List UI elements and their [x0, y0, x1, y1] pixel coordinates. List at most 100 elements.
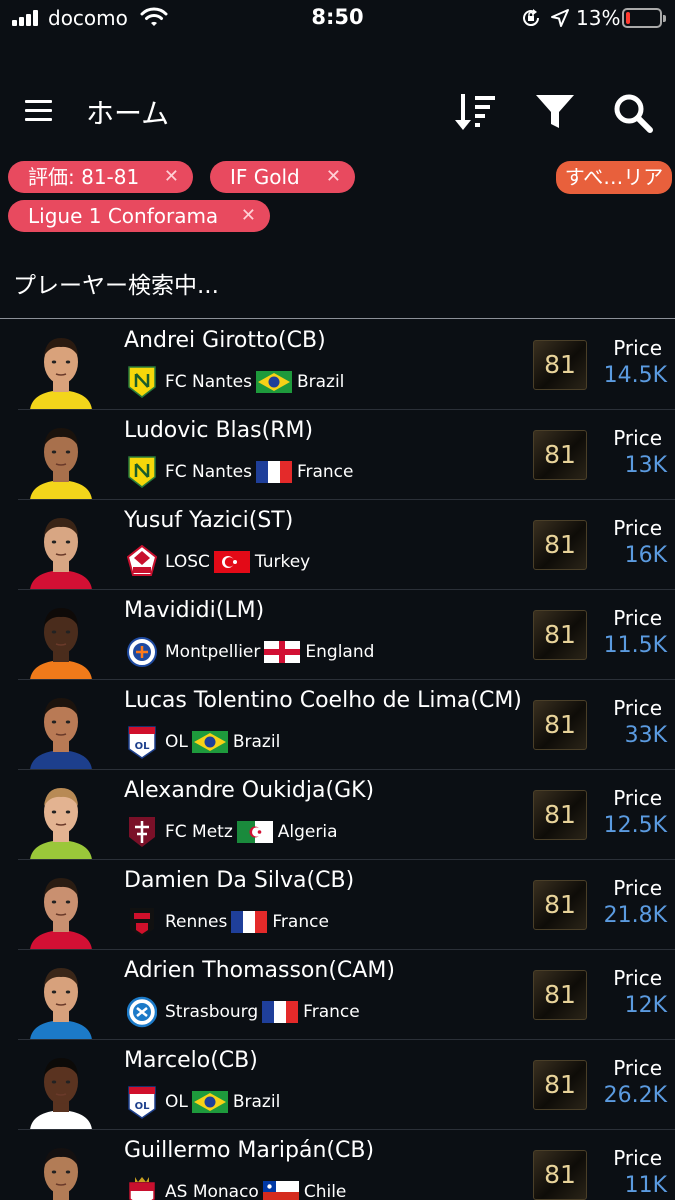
filter-chip-label: 評価: 81-81 [28, 165, 140, 189]
price-value: 26.2K [603, 1083, 667, 1108]
price-label: Price [613, 1056, 662, 1080]
player-name: Adrien Thomasson(CAM) [124, 958, 395, 983]
price-label: Price [613, 966, 662, 990]
nantes-crest-icon [127, 455, 157, 489]
country-name: France [296, 462, 354, 482]
ol-crest-icon: OL [127, 1085, 157, 1119]
player-meta: Montpellier England [127, 634, 374, 670]
price-value: 11K [624, 1173, 667, 1198]
battery-icon [622, 8, 666, 28]
filter-chip-label: Ligue 1 Conforama [28, 204, 219, 228]
player-avatar [24, 596, 98, 680]
country-name: England [305, 642, 375, 662]
player-row[interactable]: Alexandre Oukidja(GK) FC Metz Algeria 81 Pri… [0, 770, 675, 860]
rating-badge: 81 [533, 700, 587, 750]
player-meta: AS Monaco Chile [127, 1174, 346, 1200]
strasbourg-crest-icon [126, 995, 158, 1029]
price-label: Price [613, 516, 662, 540]
rating-badge: 81 [533, 340, 587, 390]
filter-chip-card-type[interactable]: IF Gold ✕ [210, 161, 355, 193]
country-name: Brazil [296, 372, 345, 392]
player-meta: Strasbourg France [126, 994, 360, 1030]
country-name: France [303, 1002, 360, 1022]
player-row[interactable]: Marcelo(CB) OL OL Brazil 81 Price 26.2K [0, 1040, 675, 1130]
montpellier-crest-icon [127, 635, 157, 669]
player-row[interactable]: Lucas Tolentino Coelho de Lima(CM) OL OL Br… [0, 680, 675, 770]
player-meta: LOSC Turkey [126, 544, 311, 580]
close-icon[interactable]: ✕ [164, 161, 179, 193]
filter-icon[interactable] [534, 92, 576, 132]
player-name: Mavididi(LM) [124, 598, 265, 623]
search-icon[interactable] [612, 92, 654, 134]
club-name: Montpellier [165, 642, 261, 662]
battery-percent: 13% [576, 6, 621, 30]
country-name: France [272, 912, 329, 932]
nantes-crest-icon [127, 365, 157, 399]
player-name: Guillermo Maripán(CB) [124, 1138, 375, 1163]
price-label: Price [613, 426, 662, 450]
club-name: Strasbourg [165, 1002, 259, 1022]
player-row[interactable]: Guillermo Maripán(CB) AS Monaco Chile 81 Pri… [0, 1130, 675, 1200]
player-row[interactable]: Yusuf Yazici(ST) LOSC Turkey 81 Price 16K [0, 500, 675, 590]
rating-badge: 81 [533, 430, 587, 480]
country-name: Algeria [277, 822, 338, 842]
price-value: 12.5K [603, 813, 667, 838]
player-row[interactable]: Damien Da Silva(CB) Rennes France 81 Price 21… [0, 860, 675, 950]
search-status: プレーヤー検索中... [13, 273, 219, 299]
rating-badge: 81 [533, 610, 587, 660]
player-row[interactable]: Ludovic Blas(RM) FC Nantes France 81 Price 13… [0, 410, 675, 500]
club-name: FC Nantes [165, 462, 252, 482]
filter-all-button[interactable]: すべ…リア [556, 161, 672, 194]
country-name: Turkey [254, 552, 311, 572]
player-name: Ludovic Blas(RM) [124, 418, 314, 443]
player-name: Damien Da Silva(CB) [124, 868, 355, 893]
player-meta: FC Nantes Brazil [127, 364, 344, 400]
price-value: 14.5K [603, 363, 667, 388]
player-meta: OL OL Brazil [127, 724, 280, 760]
sort-icon[interactable] [455, 90, 497, 134]
player-name: Andrei Girotto(CB) [124, 328, 326, 353]
close-icon[interactable]: ✕ [241, 200, 256, 232]
player-row[interactable]: Adrien Thomasson(CAM) Strasbourg France 81 P… [0, 950, 675, 1040]
club-name: OL [165, 732, 188, 752]
player-avatar [24, 956, 98, 1040]
rotation-lock-icon [523, 9, 540, 27]
brazil-flag-icon [191, 1091, 228, 1113]
rating-badge: 81 [533, 790, 587, 840]
france-flag-icon [262, 1001, 299, 1023]
price-label: Price [613, 1146, 662, 1170]
england-flag-icon [264, 641, 301, 663]
rating-badge: 81 [533, 520, 587, 570]
club-name: FC Metz [165, 822, 233, 842]
rating-badge: 81 [533, 970, 587, 1020]
price-value: 13K [624, 453, 667, 478]
metz-crest-icon [127, 815, 157, 849]
country-name: Brazil [232, 1092, 281, 1112]
divider [0, 318, 675, 319]
filter-chip-league[interactable]: Ligue 1 Conforama ✕ [8, 200, 270, 232]
filter-chip-rating[interactable]: 評価: 81-81 ✕ [8, 161, 193, 193]
country-name: Chile [303, 1182, 347, 1200]
player-avatar [24, 776, 98, 860]
player-avatar [24, 326, 98, 410]
player-avatar [24, 866, 98, 950]
player-meta: OL OL Brazil [127, 1084, 280, 1120]
player-avatar [24, 416, 98, 500]
close-icon[interactable]: ✕ [326, 161, 341, 193]
player-avatar [24, 1136, 98, 1200]
player-avatar [24, 1046, 98, 1130]
price-label: Price [613, 786, 662, 810]
player-name: Alexandre Oukidja(GK) [124, 778, 375, 803]
monaco-crest-icon [127, 1175, 157, 1200]
rating-badge: 81 [533, 1060, 587, 1110]
player-row[interactable]: Andrei Girotto(CB) FC Nantes Brazil 81 Price… [0, 320, 675, 410]
player-meta: Rennes France [127, 904, 329, 940]
player-meta: FC Nantes France [127, 454, 353, 490]
page-title: ホーム [86, 97, 170, 130]
price-value: 16K [624, 543, 667, 568]
player-avatar [24, 506, 98, 590]
player-row[interactable]: Mavididi(LM) Montpellier England 81 Price 11.… [0, 590, 675, 680]
losc-crest-icon [126, 544, 158, 579]
menu-icon[interactable] [25, 100, 53, 122]
club-name: Rennes [165, 912, 228, 932]
